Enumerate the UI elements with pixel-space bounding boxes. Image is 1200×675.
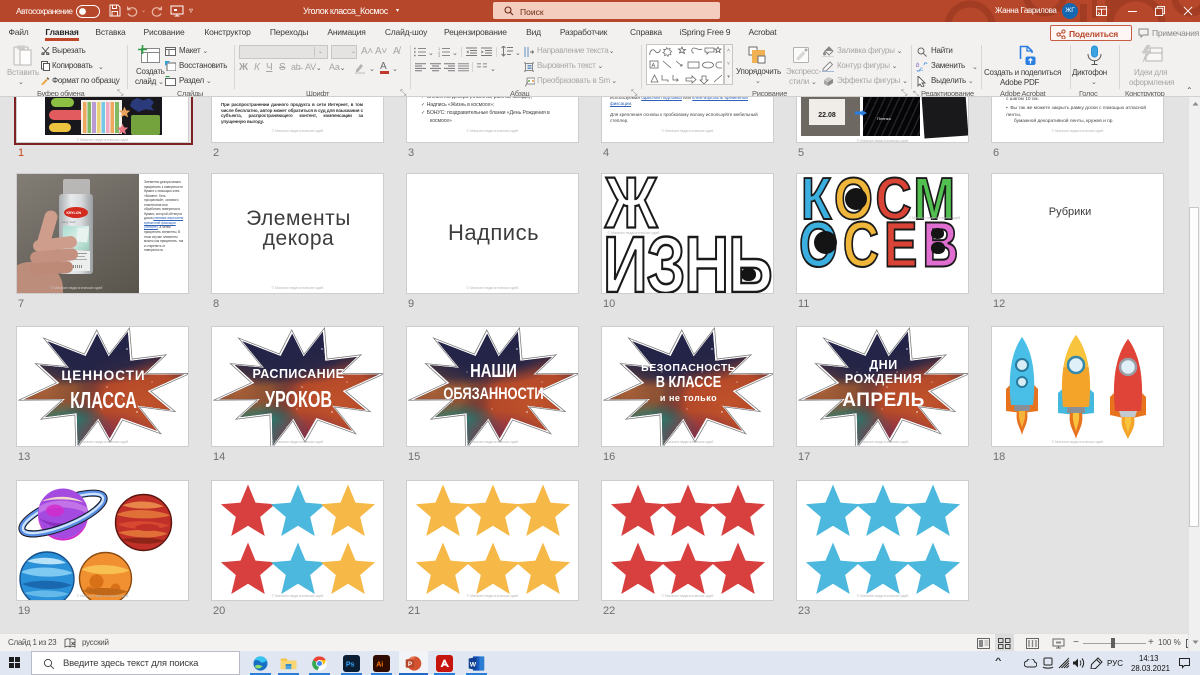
svg-text:А: А <box>652 63 656 69</box>
svg-text:Ps: Ps <box>346 660 355 668</box>
svg-text:3: 3 <box>438 53 441 57</box>
svg-text:W: W <box>470 661 477 668</box>
svg-text:Ai: Ai <box>376 660 383 668</box>
svg-text:c: c <box>920 67 923 72</box>
